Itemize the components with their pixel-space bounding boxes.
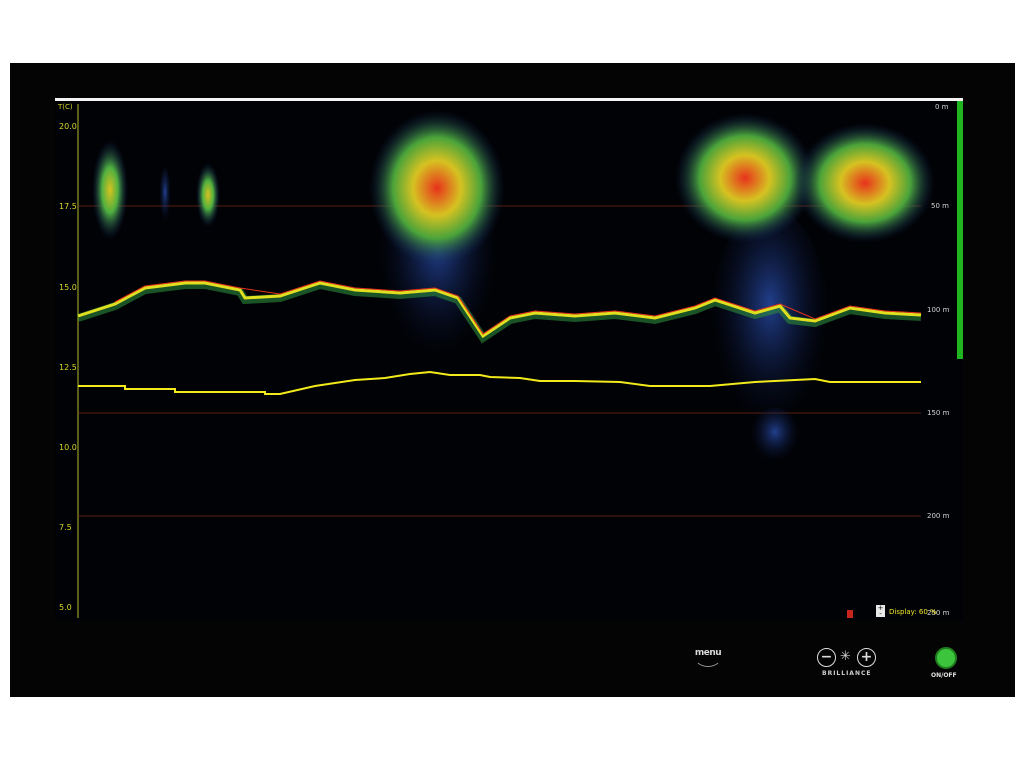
temperature-tick-label: 17.5 bbox=[59, 202, 77, 211]
temperature-tick-label: 20.0 bbox=[59, 122, 77, 131]
temperature-tick-label: 7.5 bbox=[59, 523, 72, 532]
depth-tick-label: 100 m bbox=[927, 306, 950, 314]
depth-tick-label: 200 m bbox=[927, 512, 950, 520]
color-palette-icon[interactable] bbox=[847, 610, 853, 618]
display-level-label: Display: 60 % bbox=[889, 608, 937, 616]
fish-echo bbox=[92, 140, 128, 240]
depth-tick-label: 0 m bbox=[935, 103, 949, 111]
deep-scatter bbox=[750, 408, 800, 468]
temperature-tick-label: 15.0 bbox=[59, 283, 77, 292]
fish-school bbox=[675, 113, 815, 243]
brightness-minus-button[interactable]: − bbox=[817, 648, 836, 667]
depth-tick-label: 150 m bbox=[927, 409, 950, 417]
depth-range-bar[interactable] bbox=[957, 101, 963, 359]
brightness-plus-button[interactable]: + bbox=[857, 648, 876, 667]
temperature-tick-label: 12.5 bbox=[59, 363, 77, 372]
brightness-sun-icon: ✳ bbox=[840, 649, 851, 664]
brightness-label: BRILLIANCE bbox=[822, 670, 872, 677]
menu-button-label: menu bbox=[694, 648, 722, 658]
display-toggle-button[interactable]: + - bbox=[876, 605, 885, 618]
echogram-canvas bbox=[76, 104, 935, 618]
menu-button[interactable]: menu bbox=[692, 645, 724, 667]
fish-echo bbox=[159, 168, 171, 228]
depth-tick-label: 50 m bbox=[931, 202, 949, 210]
temperature-tick-label: 5.0 bbox=[59, 603, 72, 612]
fish-echo bbox=[196, 163, 220, 227]
temperature-tick-label: 10.0 bbox=[59, 443, 77, 452]
temperature-unit-label: T(C) bbox=[58, 103, 73, 111]
echogram-screen: T(C) 20.0 17.5 15.0 12.5 10.0 7.5 5.0 0 … bbox=[55, 98, 963, 621]
power-button-label: ON/OFF bbox=[931, 672, 957, 679]
fish-school bbox=[369, 110, 505, 266]
power-button[interactable] bbox=[935, 647, 957, 669]
fish-school bbox=[795, 123, 935, 243]
